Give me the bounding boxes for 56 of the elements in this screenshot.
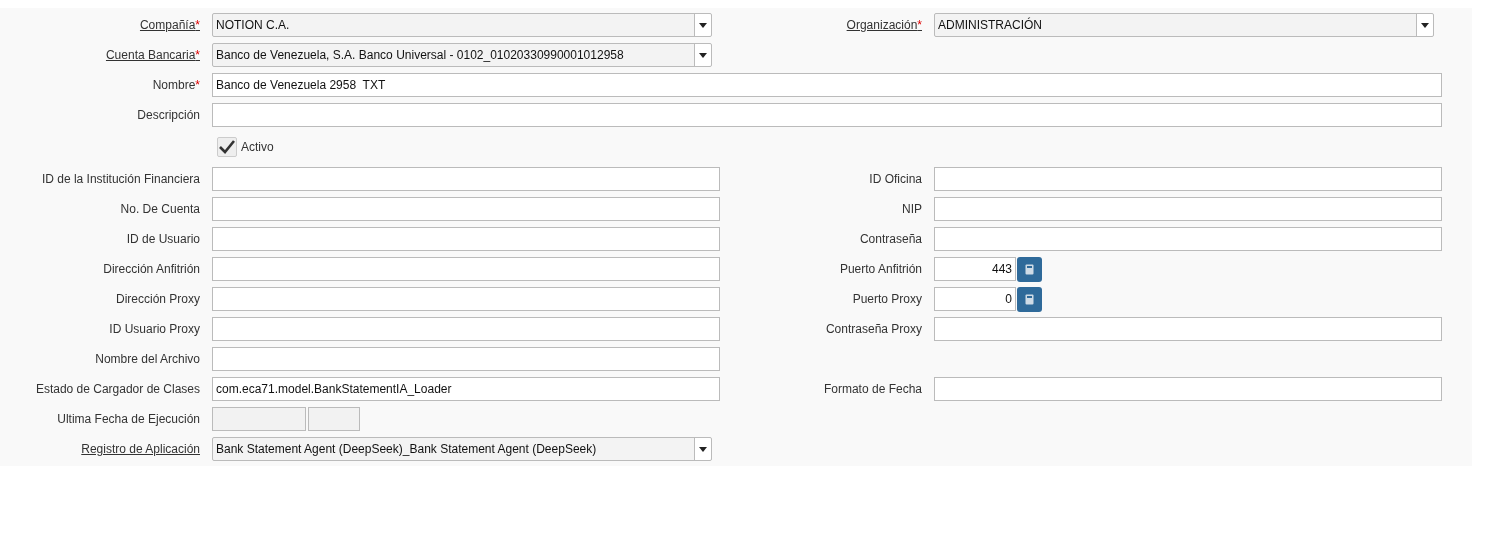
time-field[interactable] [308,407,360,431]
calculator-icon [1025,293,1034,305]
dropdown-field[interactable]: Banco de Venezuela, S.A. Banco Universal - 0102_01020330990001012958 [212,43,712,67]
text-field[interactable] [934,317,1442,341]
field-label: Descripción [137,108,200,122]
text-field[interactable]: Banco de Venezuela 2958 TXT [212,73,1442,97]
date-field[interactable] [212,407,306,431]
text-field[interactable] [212,287,720,311]
text-field[interactable] [212,197,720,221]
field-label: NIP [902,202,922,216]
field-label: Contraseña Proxy [825,322,922,336]
text-field[interactable] [212,167,720,191]
field-label: ID de Usuario [126,232,200,246]
field-label: Puerto Anfitrión [839,262,922,276]
field-label: Formato de Fecha [823,382,922,396]
field-label: Nombre* [152,78,200,92]
field-label: ID de la Institución Financiera [41,172,200,186]
caret-icon[interactable] [694,438,711,460]
checkbox-label: Activo [241,140,274,154]
caret-icon[interactable] [694,14,711,36]
caret-icon[interactable] [694,44,711,66]
dropdown-field[interactable]: Bank Statement Agent (DeepSeek)_Bank Statement Agent (DeepSeek) [212,437,712,461]
field-label[interactable]: Cuenta Bancaria* [105,48,200,62]
checkbox[interactable] [217,137,237,157]
field-label: ID Oficina [869,172,922,186]
calculator-button[interactable] [1017,286,1042,312]
field-label: Nombre del Archivo [95,352,200,366]
field-label: Puerto Proxy [852,292,922,306]
number-field[interactable]: 0 [934,287,1016,311]
caret-icon[interactable] [1416,14,1433,36]
field-label[interactable]: Compañía* [139,18,200,32]
field-label: Dirección Anfitrión [103,262,200,276]
field-label: Estado de Cargador de Clases [35,382,200,396]
text-field[interactable] [212,103,1442,127]
text-field[interactable]: com.eca71.model.BankStatementIA_Loader [212,377,720,401]
field-label: ID Usuario Proxy [109,322,200,336]
dropdown-field[interactable]: ADMINISTRACIÓN [934,13,1434,37]
field-label: No. De Cuenta [120,202,200,216]
field-label[interactable]: Registro de Aplicación [81,442,200,456]
dropdown-field[interactable]: NOTION C.A. [212,13,712,37]
field-label[interactable]: Organización* [846,18,922,32]
text-field[interactable] [212,347,720,371]
field-label: Dirección Proxy [115,292,200,306]
number-field[interactable]: 443 [934,257,1016,281]
text-field[interactable] [212,227,720,251]
field-label: Contraseña [859,232,922,246]
text-field[interactable] [934,227,1442,251]
text-field[interactable] [934,197,1442,221]
text-field[interactable] [212,317,720,341]
text-field[interactable] [934,377,1442,401]
text-field[interactable] [212,257,720,281]
calculator-button[interactable] [1017,256,1042,282]
text-field[interactable] [934,167,1442,191]
check-icon [219,140,235,154]
calculator-icon [1025,263,1034,275]
field-label: Ultima Fecha de Ejecución [57,412,200,426]
